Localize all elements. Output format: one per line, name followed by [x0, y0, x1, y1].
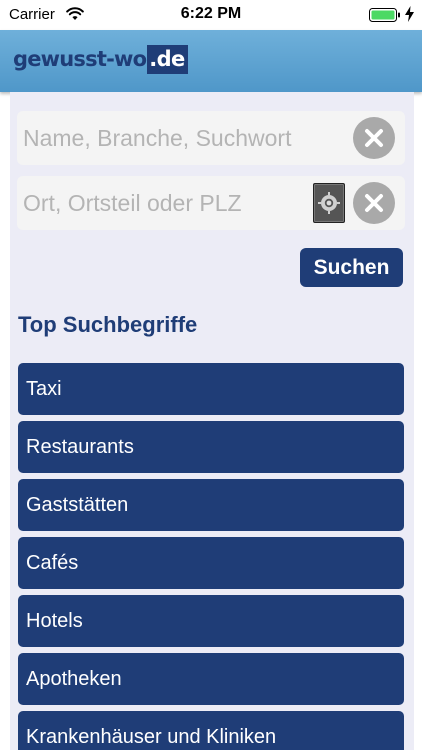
search-what-input[interactable] — [23, 111, 343, 165]
list-item[interactable]: Cafés — [18, 537, 404, 589]
list-item[interactable]: Krankenhäuser und Kliniken — [18, 711, 404, 750]
charging-bolt-icon — [405, 6, 414, 22]
main-panel: Suchen Top Suchbegriffe Taxi Restaurants… — [10, 92, 414, 750]
locate-icon[interactable] — [313, 183, 345, 223]
search-where-input[interactable] — [23, 176, 303, 230]
battery-icon — [369, 8, 400, 22]
search-what-field — [17, 111, 405, 165]
status-bar: Carrier 6:22 PM — [0, 0, 422, 30]
app-header: gewusst-wo .de — [0, 30, 422, 92]
list-item[interactable]: Restaurants — [18, 421, 404, 473]
list-item[interactable]: Hotels — [18, 595, 404, 647]
top-terms-list: Taxi Restaurants Gaststätten Cafés Hotel… — [18, 363, 404, 750]
list-item[interactable]: Gaststätten — [18, 479, 404, 531]
top-terms-title: Top Suchbegriffe — [18, 312, 198, 337]
clear-icon[interactable] — [353, 182, 395, 224]
list-item[interactable]: Apotheken — [18, 653, 404, 705]
app-logo[interactable]: gewusst-wo .de — [13, 42, 188, 76]
logo-tld: .de — [147, 44, 188, 74]
search-where-field — [17, 176, 405, 230]
logo-wordmark: gewusst-wo — [13, 47, 147, 71]
search-button[interactable]: Suchen — [300, 248, 403, 287]
clock: 6:22 PM — [180, 5, 242, 22]
clear-icon[interactable] — [353, 117, 395, 159]
list-item[interactable]: Taxi — [18, 363, 404, 415]
